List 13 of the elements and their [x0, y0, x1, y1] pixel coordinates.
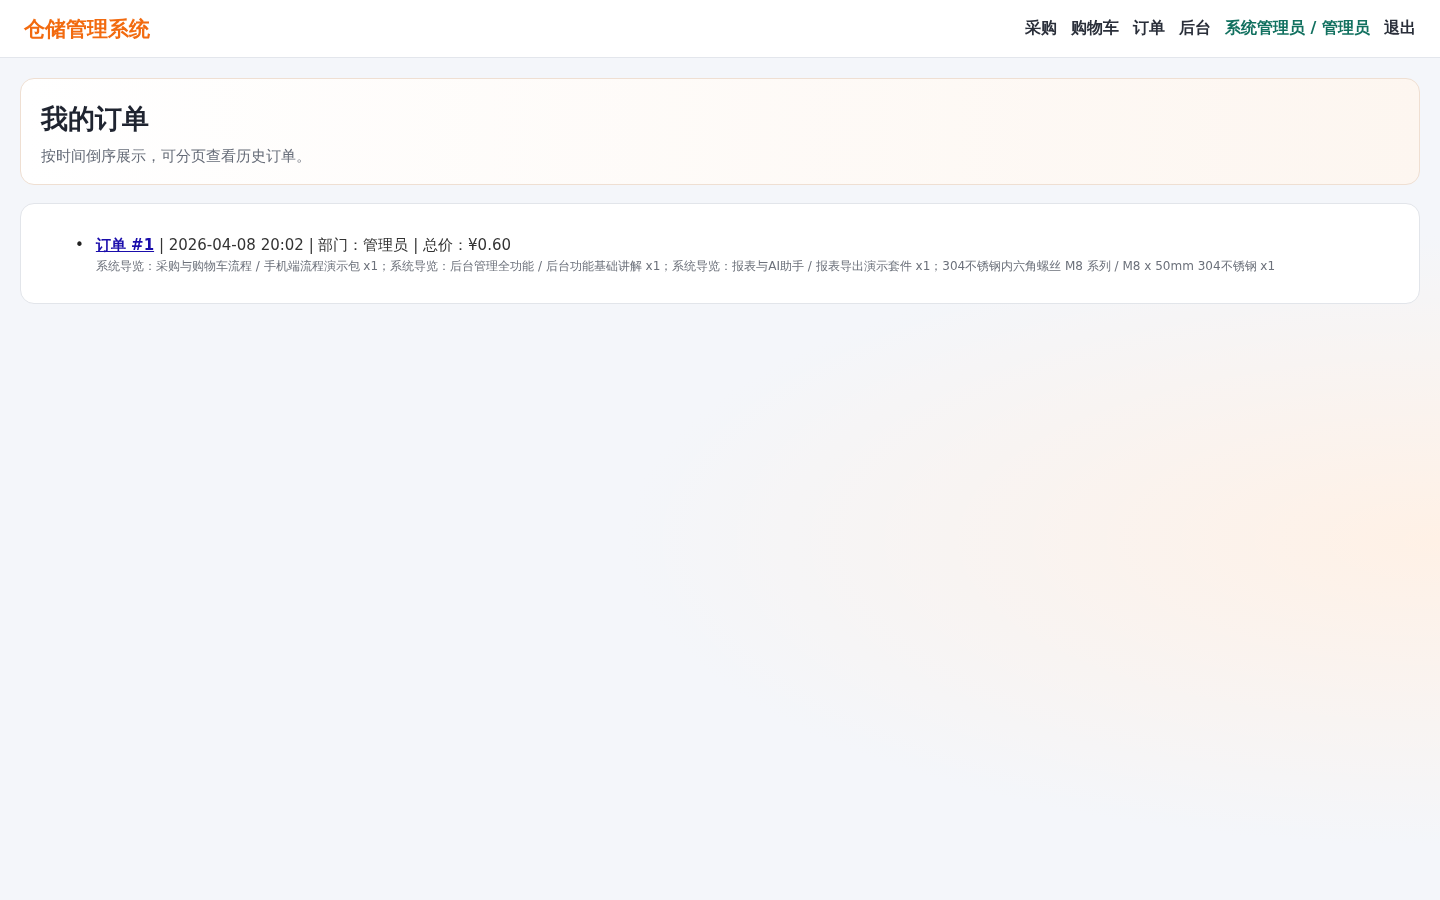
nav-link[interactable]: 采购 [1025, 18, 1057, 39]
page-subtitle: 按时间倒序展示，可分页查看历史订单。 [41, 147, 312, 166]
user-link[interactable]: 系统管理员 / 管理员 [1225, 18, 1370, 39]
brand-title: 仓储管理系统 [24, 15, 150, 43]
order-link[interactable]: 订单 #1 [95, 236, 155, 254]
nav-link[interactable]: 订单 [1133, 18, 1165, 39]
order-summary: | 2026-04-08 20:02 | 部门：管理员 | 总价：¥0.60 [158, 236, 511, 254]
nav-link[interactable]: 购物车 [1071, 18, 1119, 39]
nav-link[interactable]: 后台 [1179, 18, 1211, 39]
bullet-marker: • [75, 235, 84, 256]
nav-link[interactable]: 退出 [1384, 18, 1416, 39]
order-items: 系统导览：采购与购物车流程 / 手机端流程演示包 x1；系统导览：后台管理全功能 / 后台功能基础讲解 x1；系统导览：报表与AI助手 / 报表导出演示套件 x1；304不锈钢内六角螺丝 M8 系列 / M8 x 50mm 304不锈钢 x1 [95, 258, 1276, 275]
page-title: 我的订单 [41, 102, 150, 136]
